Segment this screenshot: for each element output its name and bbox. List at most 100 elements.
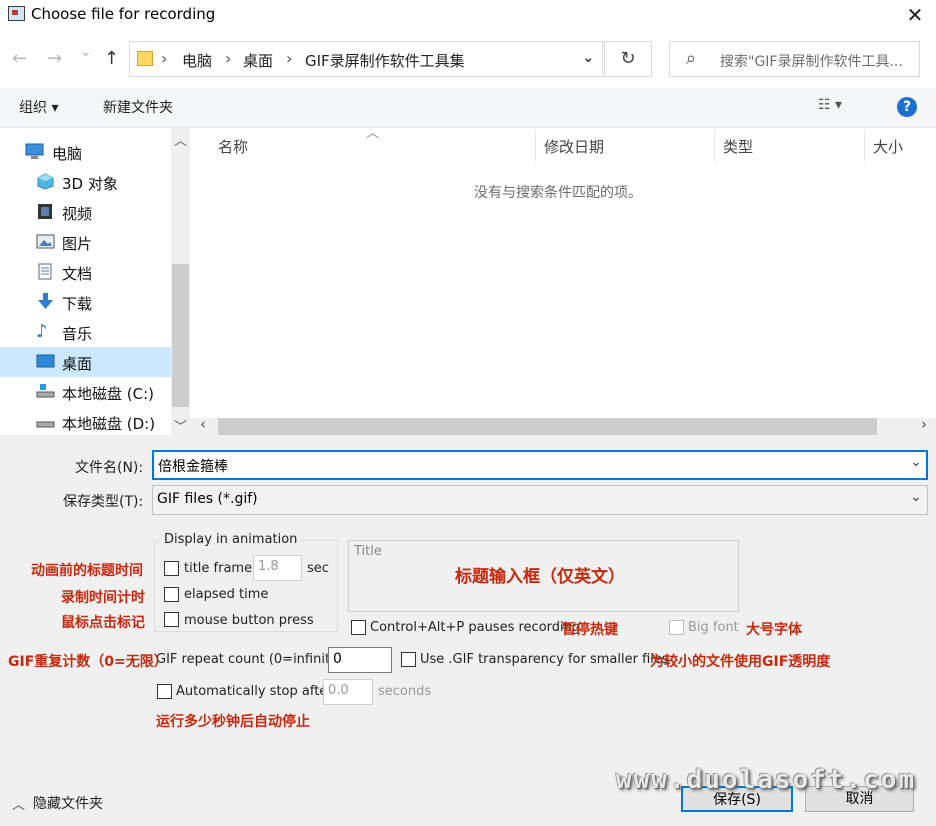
- horizontal-scroll-thumb[interactable]: [218, 418, 877, 435]
- sidebar-item-documents[interactable]: 文档: [0, 257, 171, 287]
- computer-icon: [25, 143, 44, 160]
- scroll-up-icon[interactable]: ︿: [174, 130, 187, 149]
- sidebar-item-label: 文档: [62, 265, 93, 283]
- hide-folders-button[interactable]: 隐藏文件夹: [33, 793, 103, 813]
- watermark: www.duolasoft.com: [616, 765, 917, 795]
- breadcrumb-separator: ›: [286, 49, 293, 68]
- sidebar-item-drive-c[interactable]: 本地磁盘 (C:): [0, 377, 171, 407]
- sidebar-item-desktop[interactable]: 桌面: [0, 347, 171, 377]
- sidebar-item-downloads[interactable]: 下载: [0, 287, 171, 317]
- column-header-modified[interactable]: 修改日期: [544, 136, 604, 157]
- column-divider[interactable]: [535, 130, 536, 162]
- back-arrow-icon[interactable]: ←: [12, 48, 27, 69]
- search-icon: ⌕: [686, 48, 697, 69]
- download-icon: [36, 293, 55, 310]
- filename-label: 文件名(N):: [75, 460, 144, 476]
- sidebar-item-label: 图片: [62, 235, 93, 253]
- annotation-bigfont: 大号字体: [746, 622, 802, 638]
- help-icon[interactable]: ?: [897, 97, 917, 117]
- sidebar-item-label: 音乐: [62, 325, 93, 343]
- elapsed-time-checkbox[interactable]: [164, 587, 179, 602]
- repeat-count-label: GIF repeat count (0=infinite):: [156, 652, 348, 667]
- sidebar-scroll-thumb[interactable]: [172, 264, 189, 407]
- sidebar-item-label: 本地磁盘 (C:): [62, 385, 154, 403]
- sidebar-item-label: 下载: [62, 295, 93, 313]
- seconds-label: seconds: [378, 684, 432, 699]
- sidebar-item-label: 本地磁盘 (D:): [62, 415, 156, 433]
- pause-hotkey-label: Control+Alt+P pauses recording: [370, 620, 581, 635]
- hide-folders-chevron-icon[interactable]: ︿: [12, 794, 25, 813]
- sidebar-item-pictures[interactable]: 图片: [0, 227, 171, 257]
- sidebar-item-computer[interactable]: 电脑: [0, 137, 171, 167]
- column-divider[interactable]: [714, 130, 715, 162]
- transparency-label: Use .GIF transparency for smaller files: [420, 652, 669, 667]
- sidebar-item-videos[interactable]: 视频: [0, 197, 171, 227]
- title-frame-input[interactable]: 1.8: [253, 555, 302, 581]
- sidebar-item-3d-objects[interactable]: 3D 对象: [0, 167, 171, 197]
- column-header-name[interactable]: 名称: [218, 136, 248, 157]
- close-icon[interactable]: ✕: [900, 2, 930, 28]
- filetype-select[interactable]: GIF files (*.gif) ⌄: [152, 485, 928, 515]
- title-bar: Choose file for recording ✕: [0, 0, 936, 30]
- filetype-label: 保存类型(T):: [63, 494, 144, 510]
- auto-stop-value: 0.0: [328, 683, 349, 698]
- music-icon: ♪: [36, 321, 48, 342]
- auto-stop-label: Automatically stop after: [176, 684, 333, 699]
- annotation-autostop: 运行多少秒钟后自动停止: [156, 714, 310, 730]
- chevron-down-icon[interactable]: ⌄: [910, 489, 922, 505]
- auto-stop-input[interactable]: 0.0: [323, 679, 373, 705]
- transparency-checkbox[interactable]: [401, 652, 416, 667]
- drive-icon: [36, 383, 55, 400]
- address-dropdown-icon[interactable]: ⌄: [582, 48, 595, 66]
- big-font-checkbox[interactable]: [669, 620, 684, 635]
- window-title: Choose file for recording: [31, 5, 216, 23]
- recent-locations-icon[interactable]: ⌄: [80, 44, 92, 60]
- refresh-icon[interactable]: ↻: [604, 41, 652, 77]
- up-arrow-icon[interactable]: ↑: [104, 48, 119, 69]
- breadcrumb-desktop[interactable]: 桌面: [243, 50, 273, 71]
- search-placeholder: 搜索"GIF录屏制作软件工具...: [720, 54, 903, 70]
- video-icon: [36, 203, 55, 220]
- breadcrumb-folder[interactable]: GIF录屏制作软件工具集: [305, 50, 465, 71]
- sidebar-item-label: 桌面: [62, 355, 93, 373]
- big-font-label: Big font: [688, 620, 739, 635]
- empty-message: 没有与搜索条件匹配的项。: [474, 185, 642, 201]
- column-header-type[interactable]: 类型: [723, 136, 753, 157]
- title-frame-checkbox[interactable]: [164, 561, 179, 576]
- elapsed-time-label: elapsed time: [184, 587, 269, 602]
- column-divider[interactable]: [864, 130, 865, 162]
- desktop-icon: [36, 353, 55, 370]
- title-placeholder: Title: [354, 544, 382, 559]
- file-list[interactable]: ︿ 名称 修改日期 类型 大小 没有与搜索条件匹配的项。: [190, 126, 936, 418]
- sidebar-item-drive-d[interactable]: 本地磁盘 (D:): [0, 407, 171, 435]
- annotation-record-timer: 录制时间计时: [61, 590, 145, 606]
- pause-hotkey-checkbox[interactable]: [351, 620, 366, 635]
- search-input[interactable]: ⌕ 搜索"GIF录屏制作软件工具...: [669, 41, 920, 77]
- scroll-down-icon[interactable]: ﹀: [174, 416, 187, 435]
- mouse-press-checkbox[interactable]: [164, 612, 179, 627]
- folder-icon: [137, 51, 153, 66]
- chevron-down-icon[interactable]: ⌄: [910, 454, 922, 470]
- organize-button[interactable]: 组织 ▾: [19, 97, 58, 117]
- column-header-size[interactable]: 大小: [873, 136, 903, 157]
- new-folder-button[interactable]: 新建文件夹: [103, 97, 173, 117]
- annotation-title-time: 动画前的标题时间: [31, 563, 143, 579]
- repeat-count-input[interactable]: 0: [328, 647, 392, 673]
- scroll-right-icon[interactable]: ›: [921, 415, 927, 433]
- filename-input[interactable]: 倍根金箍棒 ⌄: [152, 450, 928, 480]
- annotation-pause: 暂停热键: [562, 622, 618, 638]
- cube-icon: [36, 173, 55, 190]
- scroll-left-icon[interactable]: ‹: [200, 415, 206, 433]
- sidebar-item-label: 3D 对象: [62, 175, 118, 193]
- sidebar-item-music[interactable]: ♪ 音乐: [0, 317, 171, 347]
- picture-icon: [36, 233, 55, 250]
- view-options-button[interactable]: ☷ ▾: [818, 97, 842, 113]
- breadcrumb-separator: ›: [161, 49, 168, 68]
- annotation-title-box: 标题输入框（仅英文）: [455, 567, 625, 587]
- breadcrumb-computer[interactable]: 电脑: [182, 50, 212, 71]
- app-icon: [8, 6, 25, 21]
- address-bar[interactable]: › 电脑 › 桌面 › GIF录屏制作软件工具集 ⌄: [129, 41, 603, 77]
- forward-arrow-icon[interactable]: →: [47, 48, 62, 69]
- sec-label: sec: [307, 561, 329, 576]
- auto-stop-checkbox[interactable]: [157, 684, 172, 699]
